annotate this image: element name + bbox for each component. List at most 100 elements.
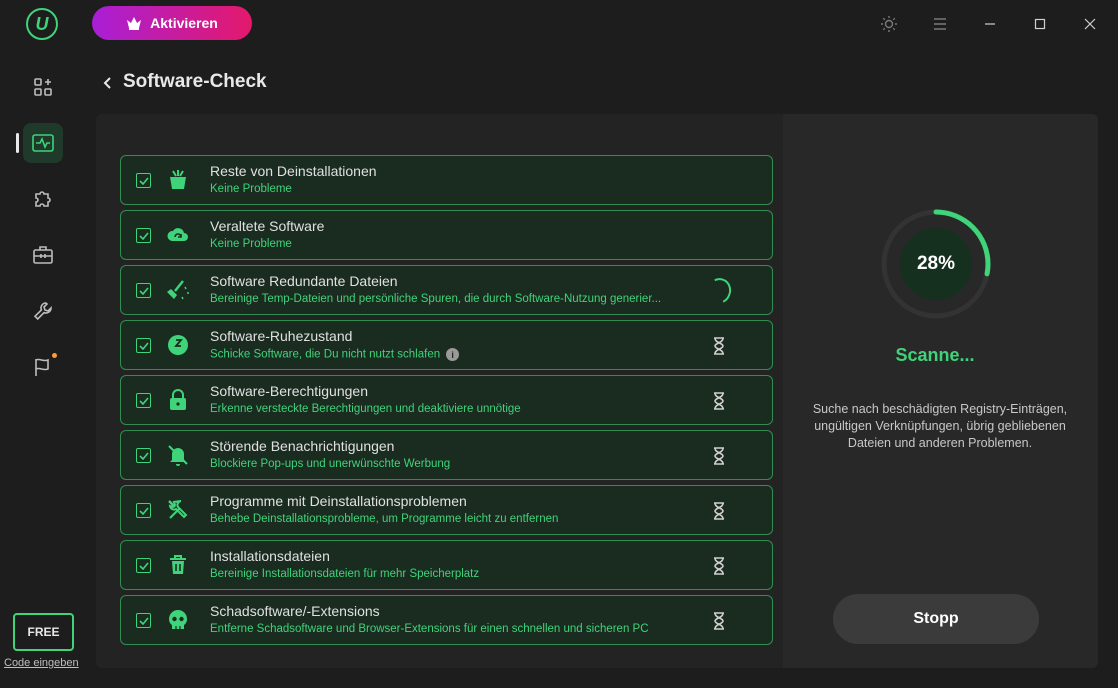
- scan-description: Suche nach beschädigten Registry-Einträg…: [812, 402, 1068, 450]
- active-nav-indicator: [16, 133, 19, 153]
- checkmark-icon: [138, 616, 149, 625]
- checkmark-icon: [138, 396, 149, 405]
- check-description: Schicke Software, die Du nicht nutzt sch…: [210, 348, 460, 361]
- app-logo[interactable]: U: [26, 8, 58, 40]
- check-item: Schadsoftware/-Extensions Entferne Schads…: [120, 595, 773, 645]
- check-description-text: Blockiere Pop-ups und unerwünschte Werbu…: [210, 458, 451, 470]
- hourglass-icon: [714, 392, 724, 410]
- sidebar-item-flag[interactable]: [23, 347, 63, 387]
- check-item: Software Redundante Dateien Bereinige Tem…: [120, 265, 773, 315]
- check-checkbox[interactable]: [136, 338, 151, 353]
- check-status: [707, 334, 731, 358]
- check-title: Software-Berechtigungen: [210, 383, 368, 399]
- puzzle-icon: [35, 191, 51, 207]
- sidebar: U FREE Code eingeben: [0, 0, 86, 688]
- theme-toggle-button[interactable]: [877, 12, 901, 36]
- check-description: Keine Probleme: [210, 238, 292, 250]
- checkmark-icon: [138, 341, 149, 350]
- check-checkbox[interactable]: [136, 393, 151, 408]
- logo-letter: U: [35, 13, 49, 34]
- check-status: [707, 609, 731, 633]
- checkmark-icon: [138, 451, 149, 460]
- sidebar-item-tools[interactable]: [23, 291, 63, 331]
- bell-off-icon: [168, 445, 188, 466]
- check-description-text: Keine Probleme: [210, 183, 292, 195]
- check-description: Blockiere Pop-ups und unerwünschte Werbu…: [210, 458, 450, 470]
- check-description-text: Entferne Schadsoftware und Browser-Exten…: [210, 623, 649, 635]
- close-button[interactable]: [1078, 12, 1102, 36]
- info-icon[interactable]: i: [446, 348, 460, 361]
- sidebar-item-health[interactable]: [23, 123, 63, 163]
- checkmark-icon: [138, 286, 149, 295]
- check-checkbox[interactable]: [136, 613, 151, 628]
- check-description-text: Bereinige Temp-Dateien und persönliche S…: [210, 293, 662, 305]
- minimize-button[interactable]: [978, 12, 1002, 36]
- toolbox-icon: [33, 246, 53, 264]
- check-status: [707, 499, 731, 523]
- back-button[interactable]: [98, 72, 118, 94]
- sidebar-item-dashboard[interactable]: [23, 67, 63, 107]
- hourglass-icon: [714, 557, 724, 575]
- sleep-icon: [168, 335, 188, 355]
- check-checkbox[interactable]: [136, 228, 151, 243]
- activate-button[interactable]: Aktivieren: [92, 6, 252, 40]
- check-item: Programme mit Deinstallationsproblemen Be…: [120, 485, 773, 535]
- dashboard-icon: [34, 78, 52, 96]
- check-description-text: Behebe Deinstallationsprobleme, um Progr…: [210, 513, 559, 525]
- check-description-text: Schicke Software, die Du nicht nutzt sch…: [210, 348, 441, 361]
- maximize-icon: [1034, 18, 1046, 30]
- check-description-text: Bereinige Installationsdateien für mehr …: [210, 568, 480, 580]
- skull-icon: [169, 610, 187, 629]
- activate-label: Aktivieren: [150, 15, 218, 31]
- notification-dot: [52, 353, 57, 358]
- menu-button[interactable]: [928, 12, 952, 36]
- enter-code-link[interactable]: Code eingeben: [4, 657, 79, 669]
- progress-panel: [783, 114, 1098, 668]
- check-title: Installationsdateien: [210, 548, 330, 564]
- check-item: Reste von Deinstallationen Keine Probleme: [120, 155, 773, 205]
- health-monitor-icon: [32, 134, 54, 152]
- cloud-update-icon: [167, 228, 188, 241]
- maximize-button[interactable]: [1028, 12, 1052, 36]
- check-status: [707, 444, 731, 468]
- check-description: Behebe Deinstallationsprobleme, um Progr…: [210, 513, 558, 525]
- check-title: Software Redundante Dateien: [210, 273, 398, 289]
- checkmark-icon: [138, 231, 149, 240]
- check-checkbox[interactable]: [136, 448, 151, 463]
- check-status: [707, 389, 731, 413]
- check-description: Erkenne versteckte Berechtigungen und de…: [210, 403, 521, 415]
- hourglass-icon: [714, 447, 724, 465]
- checkmark-icon: [138, 561, 149, 570]
- progress-percent: 28%: [900, 228, 972, 300]
- check-checkbox[interactable]: [136, 503, 151, 518]
- wrench-icon: [33, 302, 52, 321]
- minimize-icon: [985, 23, 995, 25]
- check-title: Schadsoftware/-Extensions: [210, 603, 380, 619]
- check-item: Installationsdateien Bereinige Installati…: [120, 540, 773, 590]
- close-icon: [1084, 18, 1096, 30]
- check-item: Störende Benachrichtigungen Blockiere Pop…: [120, 430, 773, 480]
- check-checkbox[interactable]: [136, 173, 151, 188]
- hourglass-icon: [714, 337, 724, 355]
- lock-icon: [170, 389, 186, 410]
- sidebar-item-puzzle[interactable]: [23, 179, 63, 219]
- loading-spinner-icon: [703, 274, 735, 308]
- check-checkbox[interactable]: [136, 283, 151, 298]
- free-plan-button[interactable]: FREE: [13, 613, 74, 651]
- checkmark-icon: [138, 506, 149, 515]
- sidebar-item-toolbox[interactable]: [23, 235, 63, 275]
- check-description-text: Erkenne versteckte Berechtigungen und de…: [210, 403, 521, 415]
- check-title: Programme mit Deinstallationsproblemen: [210, 493, 467, 509]
- hourglass-icon: [714, 502, 724, 520]
- check-description: Bereinige Temp-Dateien und persönliche S…: [210, 293, 661, 305]
- page-title: Software-Check: [123, 71, 267, 92]
- check-item: Veraltete Software Keine Probleme: [120, 210, 773, 260]
- tools-icon: [168, 500, 188, 519]
- check-checkbox[interactable]: [136, 558, 151, 573]
- check-status: [707, 224, 731, 248]
- hourglass-icon: [714, 612, 724, 630]
- flag-icon: [35, 358, 49, 376]
- check-title: Reste von Deinstallationen: [210, 163, 377, 179]
- check-description: Keine Probleme: [210, 183, 292, 195]
- stop-button[interactable]: Stopp: [833, 594, 1039, 644]
